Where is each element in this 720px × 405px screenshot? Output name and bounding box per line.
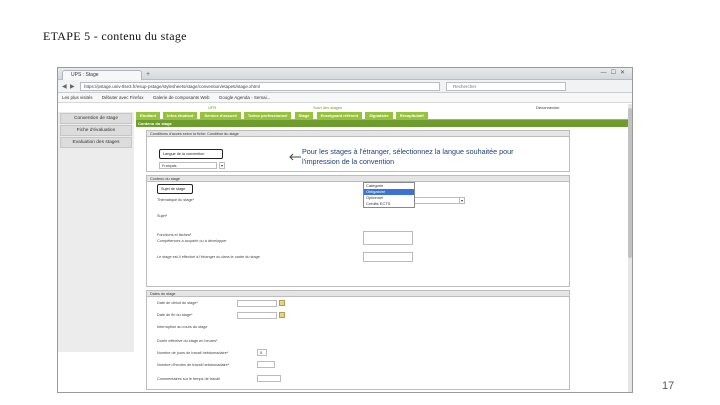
fonctions-textarea[interactable] bbox=[363, 231, 413, 245]
search-input[interactable]: Rechercher bbox=[446, 82, 566, 91]
calendar-icon[interactable] bbox=[279, 300, 285, 306]
langue-highlight-box: Langue de la convention bbox=[159, 149, 223, 159]
field-label: Date de fin du stage* bbox=[157, 313, 193, 317]
url-field[interactable]: https://pstage.univ-tlse3.fr/esup-pstage… bbox=[80, 82, 440, 91]
browser-screenshot: UPS : Stage + —☐✕ ◀ ▶ https://pstage.uni… bbox=[57, 67, 633, 393]
dropdown-list: Catégorie Obligatoire Optionnel Crédits … bbox=[363, 182, 415, 208]
tab-recap[interactable]: Récapitulatif bbox=[395, 112, 428, 120]
app-header: UFR Suivi des stages Déconnexion bbox=[58, 104, 630, 112]
field-label: Compétences à acquérir ou à développer bbox=[157, 239, 227, 243]
browser-tab[interactable]: UPS : Stage bbox=[62, 70, 142, 80]
arrow-icon bbox=[289, 153, 301, 161]
field-label: Fonctions et tâches* bbox=[157, 233, 192, 237]
menu-item-convention[interactable]: Convention de stage bbox=[60, 113, 132, 124]
tab-infos[interactable]: Infos étudiant bbox=[163, 112, 198, 120]
bookmark-item[interactable]: Débuter avec Firefox bbox=[102, 95, 144, 100]
tab-stage[interactable]: Stage bbox=[294, 112, 314, 120]
page-subtitle: Contenu du stage bbox=[136, 120, 628, 127]
langue-select[interactable]: Français bbox=[159, 162, 217, 169]
date-debut-field[interactable] bbox=[237, 300, 277, 307]
logout-link[interactable]: Déconnexion bbox=[536, 104, 559, 112]
field-label: Le stage est-il effectué à l'étranger ou… bbox=[157, 255, 260, 259]
menu-item-evaluation[interactable]: Evaluation des stages bbox=[60, 137, 132, 148]
callout-annotation: Pour les stages à l'étranger, sélectionn… bbox=[302, 147, 514, 166]
dropdown-option[interactable]: Crédits ECTS bbox=[364, 201, 414, 207]
header-mid: Suivi des stages bbox=[313, 105, 343, 110]
field-label: Nombre de jours de travail hebdomadaire* bbox=[157, 351, 229, 355]
section-contenu: Contenu du stage Sujet de stage Thématiq… bbox=[146, 175, 570, 287]
field-label: Thématique du stage* bbox=[157, 198, 195, 202]
calendar-icon[interactable] bbox=[279, 312, 285, 318]
menu-item-fiche[interactable]: Fiche d'évaluation bbox=[60, 125, 132, 136]
hours-select[interactable]: 5 bbox=[257, 349, 267, 356]
tab-signataire[interactable]: Signataire bbox=[365, 112, 393, 120]
tab-enseignant[interactable]: Enseignant référent bbox=[316, 112, 363, 120]
field-label: Sujet* bbox=[157, 214, 168, 218]
slide-title: ETAPE 5 - contenu du stage bbox=[43, 29, 187, 43]
tab-etudiant[interactable]: Etudiant bbox=[136, 112, 160, 120]
commentaires-field[interactable] bbox=[257, 375, 281, 382]
section-header: Conditions d'accès selon la fiche: Condi… bbox=[147, 131, 569, 137]
page-number: 17 bbox=[662, 380, 675, 392]
chevron-down-icon[interactable]: ▾ bbox=[219, 162, 225, 169]
forward-icon[interactable]: ▶ bbox=[70, 83, 75, 90]
tab-service[interactable]: Service d'accueil bbox=[200, 112, 241, 120]
address-bar: ◀ ▶ https://pstage.univ-tlse3.fr/esup-ps… bbox=[58, 80, 632, 93]
section-header: Contenu du stage bbox=[147, 176, 569, 182]
bookmarks-bar: Les plus visités Débuter avec Firefox Ga… bbox=[58, 93, 632, 103]
bookmark-item[interactable]: Les plus visités bbox=[62, 95, 93, 100]
back-icon[interactable]: ◀ bbox=[62, 83, 67, 90]
etranger-textarea[interactable] bbox=[363, 252, 413, 262]
field-label: Interruption au cours du stage bbox=[157, 325, 208, 329]
section-header: Dates du stage bbox=[147, 291, 569, 297]
tab-tuteur[interactable]: Tuteur professionnel bbox=[243, 112, 292, 120]
browser-tabbar: UPS : Stage + —☐✕ bbox=[58, 68, 632, 80]
field-label: Durée effective du stage en heures* bbox=[157, 339, 218, 343]
bookmark-item[interactable]: Galerie de composants Web bbox=[153, 95, 210, 100]
field-label: Date de début du stage* bbox=[157, 301, 198, 305]
field-label: Nombre d'heures de travail hebdomadaire* bbox=[157, 363, 230, 367]
section-dates: Dates du stage Date de début du stage* D… bbox=[146, 290, 570, 390]
field-label: Commentaires sur le temps de travail bbox=[157, 377, 220, 381]
chevron-down-icon[interactable]: ▾ bbox=[459, 197, 465, 204]
date-fin-field[interactable] bbox=[237, 312, 277, 319]
header-left: UFR bbox=[208, 105, 217, 110]
bookmark-item[interactable]: Google Agenda - Semai... bbox=[219, 95, 271, 100]
step-tabs: Etudiant Infos étudiant Service d'accuei… bbox=[136, 112, 628, 120]
left-menu: Convention de stage Fiche d'évaluation E… bbox=[58, 112, 134, 352]
window-controls[interactable]: —☐✕ bbox=[601, 69, 629, 76]
scrollbar-thumb[interactable] bbox=[628, 108, 632, 258]
new-tab-icon[interactable]: + bbox=[146, 71, 150, 79]
heures-field[interactable] bbox=[257, 361, 275, 368]
sujet-highlight-box: Sujet de stage bbox=[157, 184, 193, 194]
